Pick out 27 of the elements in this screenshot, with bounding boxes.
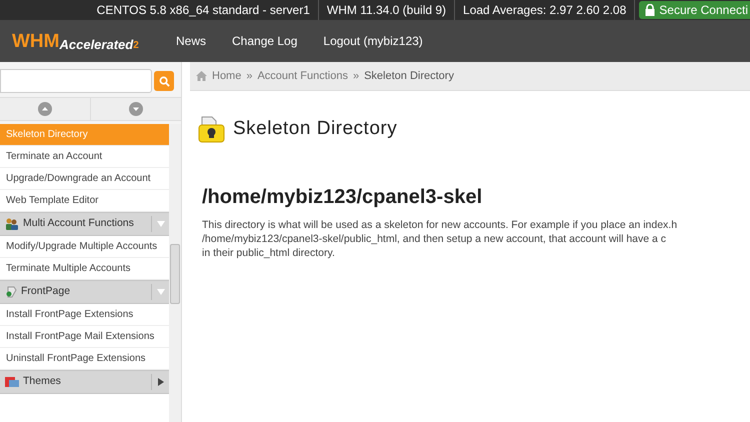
description-paragraph: This directory is what will be used as a skeleton for new accounts. For example if you place an index.h /home/mybiz123/cpanel3-skel/public_html, and then setup a new account, that account will have a c in their public_html directory.: [201, 218, 678, 260]
breadcrumb-separator: »: [352, 68, 360, 84]
section-label: Multi Account Functions: [23, 216, 135, 232]
search-button[interactable]: [154, 71, 174, 91]
breadcrumb-link[interactable]: Account Functions: [257, 68, 348, 84]
page-title: Skeleton Directory: [233, 117, 398, 141]
section-label: Themes: [23, 374, 62, 390]
directory-path: /home/mybiz123/cpanel3-skel: [201, 184, 484, 210]
nav-link[interactable]: Logout (mybiz123): [323, 32, 423, 50]
search-icon: [158, 76, 170, 86]
home-icon: [196, 71, 207, 81]
section-header[interactable]: FrontPage: [0, 280, 169, 304]
section-header[interactable]: Multi Account Functions: [0, 212, 169, 236]
page-icon: [5, 286, 17, 298]
section-label: FrontPage: [21, 284, 72, 300]
secure-connection-badge: Secure Connecti: [639, 1, 750, 19]
theme-icon: [5, 377, 19, 387]
section-header[interactable]: Themes: [0, 370, 169, 394]
breadcrumb-separator: »: [246, 68, 252, 84]
breadcrumb-link[interactable]: Home: [212, 68, 242, 84]
search-field[interactable]: [0, 69, 152, 93]
nav-link[interactable]: News: [176, 32, 206, 50]
people-icon: [5, 217, 19, 231]
nav-link[interactable]: Change Log: [232, 32, 298, 50]
lock-icon: [645, 4, 656, 16]
breadcrumb-current: Skeleton Directory: [364, 68, 454, 84]
whm-logo: WHMAccelerated2: [12, 32, 140, 50]
